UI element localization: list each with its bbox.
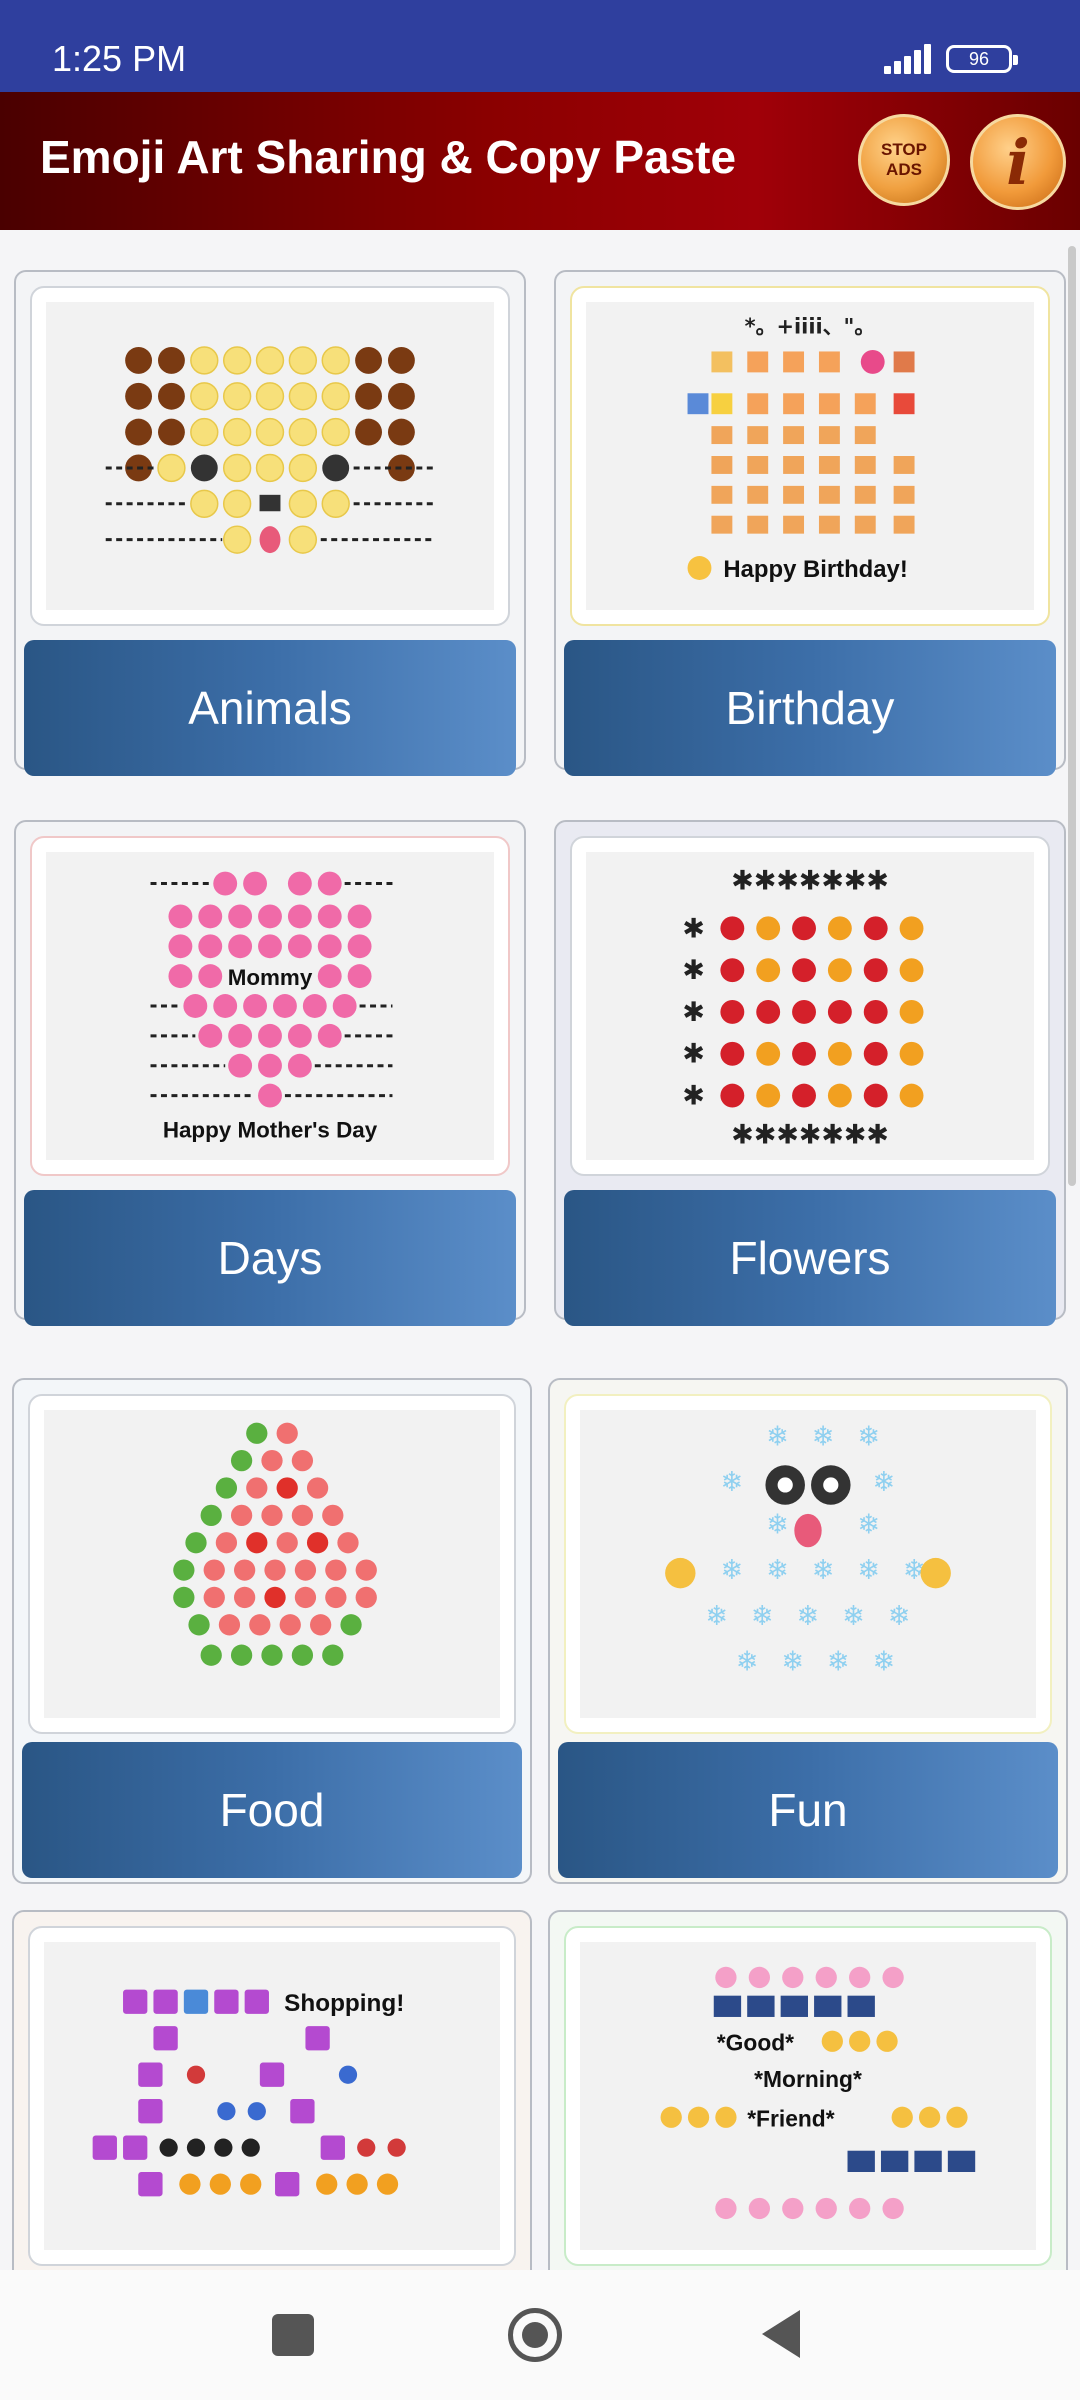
category-card-shopping[interactable]: Shopping!: [12, 1910, 532, 2270]
svg-text:✱: ✱: [682, 1039, 705, 1070]
status-bar: 1:25 PM 96: [0, 0, 1080, 92]
category-card-birthday[interactable]: *。+iiii、"。 Happy Birthday! Birthday: [554, 270, 1066, 776]
stop-ads-line2: ADS: [886, 160, 922, 179]
category-button-flowers[interactable]: Flowers: [564, 1190, 1056, 1326]
home-icon[interactable]: [508, 2308, 562, 2362]
status-time: 1:25 PM: [52, 38, 187, 79]
category-image-flowers[interactable]: ✱✱✱✱✱✱✱ ✱✱✱✱✱✱✱ ✱ ✱ ✱ ✱ ✱: [570, 836, 1050, 1176]
svg-text:❄: ❄: [827, 1646, 850, 1677]
flowers-art-icon: ✱✱✱✱✱✱✱ ✱✱✱✱✱✱✱ ✱ ✱ ✱ ✱ ✱: [682, 866, 924, 1150]
category-card-days[interactable]: Mommy Happy Mother's Day Days: [14, 820, 526, 1326]
greetings-art-good: *Good*: [717, 2029, 794, 2055]
svg-text:❄: ❄: [888, 1601, 911, 1632]
category-button-animals[interactable]: Animals: [24, 640, 516, 776]
greetings-art-friend: *Friend*: [747, 2105, 835, 2131]
category-card-animals[interactable]: Animals: [14, 270, 526, 776]
system-nav-bar: [0, 2270, 1080, 2400]
stop-ads-line1: STOP: [881, 140, 927, 159]
fun-art-icon: ❄ ❄ ❄ ❄ ❄ ❄ ❄ ❄ ❄ ❄ ❄❄ ❄ ❄ ❄ ❄ ❄ ❄ ❄ ❄ ❄: [665, 1421, 951, 1677]
shopping-art-icon: Shopping!: [92, 1989, 406, 2197]
signal-icon: [884, 44, 936, 74]
category-button-days[interactable]: Days: [24, 1190, 516, 1326]
shopping-art-text: Shopping!: [284, 1990, 404, 2017]
svg-text:❄: ❄: [857, 1555, 880, 1586]
app-bar: Emoji Art Sharing & Copy Paste STOP ADS …: [0, 92, 1080, 230]
birthday-art-header: *。+iiii、"。: [745, 315, 876, 339]
svg-text:❄: ❄: [766, 1510, 789, 1541]
svg-text:❄: ❄: [873, 1467, 896, 1498]
svg-text:✱: ✱: [682, 913, 705, 944]
scrollbar[interactable]: [1068, 246, 1076, 1186]
info-icon: i: [1006, 125, 1030, 199]
svg-text:❄: ❄: [751, 1601, 774, 1632]
svg-text:✱: ✱: [682, 1081, 705, 1112]
category-image-shopping[interactable]: Shopping!: [28, 1926, 516, 2266]
greetings-art-morning: *Morning*: [754, 2066, 862, 2092]
days-art-icon: Mommy Happy Mother's Day: [150, 871, 393, 1142]
battery-icon: 96: [946, 45, 1018, 73]
svg-text:✱: ✱: [682, 955, 705, 986]
category-image-animals[interactable]: [30, 286, 510, 626]
svg-text:❄: ❄: [857, 1421, 880, 1452]
svg-text:❄: ❄: [736, 1646, 759, 1677]
svg-text:✱✱✱✱✱✱✱: ✱✱✱✱✱✱✱: [731, 866, 889, 897]
category-image-days[interactable]: Mommy Happy Mother's Day: [30, 836, 510, 1176]
animals-art-icon: [105, 346, 435, 554]
svg-text:❄: ❄: [781, 1646, 804, 1677]
svg-text:❄: ❄: [705, 1601, 728, 1632]
category-card-food[interactable]: Food: [12, 1378, 532, 1884]
birthday-art-icon: *。+iiii、"。 Happy Birthday!: [687, 315, 915, 583]
category-grid: Animals *。+iiii、"。 Happy Birthday! Birth…: [0, 230, 1080, 2270]
category-image-fun[interactable]: ❄ ❄ ❄ ❄ ❄ ❄ ❄ ❄ ❄ ❄ ❄ ❄ ❄ ❄ ❄ ❄ ❄ ❄ ❄ ❄ ❄: [564, 1394, 1052, 1734]
svg-text:❄: ❄: [721, 1555, 744, 1586]
category-button-birthday[interactable]: Birthday: [564, 640, 1056, 776]
svg-text:❄: ❄: [766, 1421, 789, 1452]
back-icon[interactable]: [762, 2310, 800, 2358]
birthday-art-text: Happy Birthday!: [723, 556, 907, 583]
info-button[interactable]: i: [970, 114, 1066, 210]
svg-text:❄: ❄: [857, 1510, 880, 1541]
svg-text:❄: ❄: [812, 1421, 835, 1452]
category-card-greetings[interactable]: *Good* *Morning* *Friend*: [548, 1910, 1068, 2270]
category-image-birthday[interactable]: *。+iiii、"。 Happy Birthday!: [570, 286, 1050, 626]
food-art-icon: [173, 1422, 377, 1666]
svg-text:✱✱✱✱✱✱✱: ✱✱✱✱✱✱✱: [731, 1119, 889, 1150]
greetings-art-icon: *Good* *Morning* *Friend*: [660, 1966, 976, 2220]
stop-ads-button[interactable]: STOP ADS: [858, 114, 950, 206]
recents-icon[interactable]: [272, 2314, 314, 2356]
category-button-fun[interactable]: Fun: [558, 1742, 1058, 1878]
svg-text:❄: ❄: [812, 1555, 835, 1586]
category-card-fun[interactable]: ❄ ❄ ❄ ❄ ❄ ❄ ❄ ❄ ❄ ❄ ❄ ❄ ❄ ❄ ❄ ❄ ❄ ❄ ❄ ❄ ❄ Fun: [548, 1378, 1068, 1884]
category-image-greetings[interactable]: *Good* *Morning* *Friend*: [564, 1926, 1052, 2266]
svg-text:❄: ❄: [873, 1646, 896, 1677]
svg-text:❄: ❄: [797, 1601, 820, 1632]
category-card-flowers[interactable]: ✱✱✱✱✱✱✱ ✱✱✱✱✱✱✱ ✱ ✱ ✱ ✱ ✱ Flowers: [554, 820, 1066, 1326]
svg-text:❄: ❄: [721, 1467, 744, 1498]
days-art-word: Mommy: [228, 965, 313, 990]
svg-text:✱: ✱: [682, 997, 705, 1028]
svg-text:❄: ❄: [766, 1555, 789, 1586]
category-button-food[interactable]: Food: [22, 1742, 522, 1878]
days-art-text: Happy Mother's Day: [163, 1117, 378, 1142]
app-title: Emoji Art Sharing & Copy Paste: [40, 131, 737, 183]
category-image-food[interactable]: [28, 1394, 516, 1734]
svg-text:❄: ❄: [842, 1601, 865, 1632]
